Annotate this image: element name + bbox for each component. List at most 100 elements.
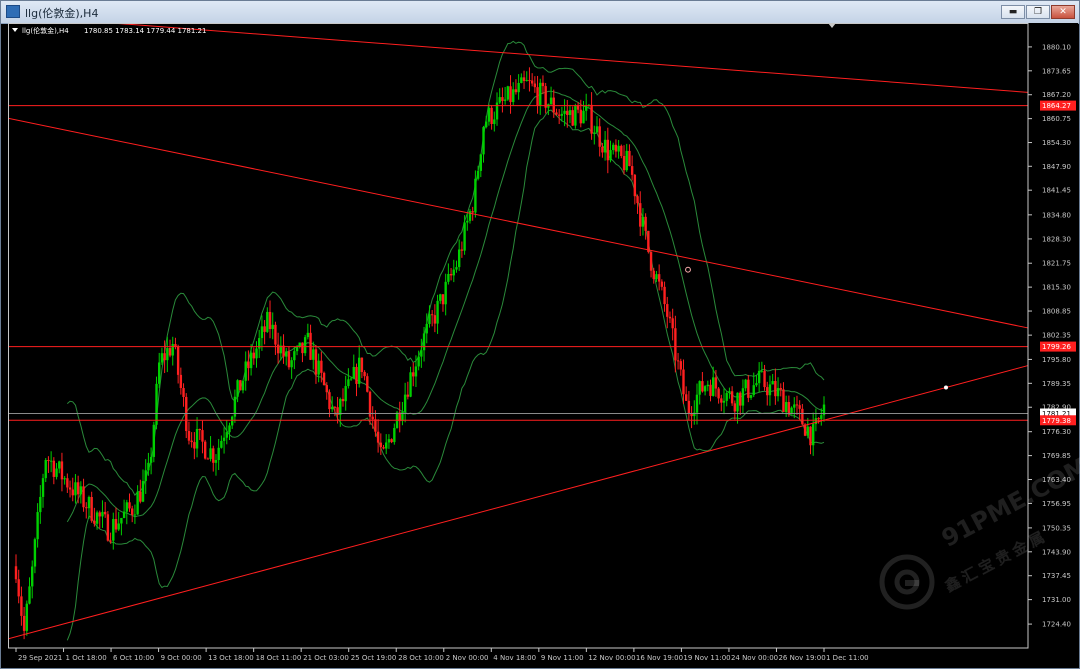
candle-body xyxy=(509,86,512,103)
candle-body xyxy=(557,114,561,116)
candle-body xyxy=(801,408,804,425)
y-tick-label: 1776.30 xyxy=(1042,428,1071,436)
candle-body xyxy=(295,346,299,352)
candle-body xyxy=(722,400,726,403)
candle-body xyxy=(582,110,585,124)
candle-body xyxy=(820,415,823,419)
candle-body xyxy=(798,405,801,409)
candle-body xyxy=(403,394,407,412)
candle-body xyxy=(268,311,272,330)
y-tick-label: 1763.40 xyxy=(1042,476,1071,484)
candle-body xyxy=(657,274,661,282)
candle-body xyxy=(117,523,120,530)
y-tick-label: 1769.85 xyxy=(1042,452,1071,460)
y-tick-label: 1821.75 xyxy=(1042,260,1071,268)
candle-body xyxy=(787,402,791,415)
candle-body xyxy=(471,211,474,213)
candle-body xyxy=(730,391,734,404)
candle-body xyxy=(811,424,815,446)
candle-body xyxy=(555,112,558,115)
candle-body xyxy=(66,478,69,488)
candle-body xyxy=(660,281,664,287)
candle-body xyxy=(198,428,201,431)
candle-body xyxy=(679,361,682,370)
candle-body xyxy=(784,402,788,412)
x-tick-label: 9 Oct 00:00 xyxy=(161,654,202,662)
x-tick-label: 25 Oct 19:00 xyxy=(351,654,397,662)
price-label-value: 1864.27 xyxy=(1042,102,1071,110)
candle-body xyxy=(757,370,761,384)
candle-body xyxy=(503,99,507,101)
candle-body xyxy=(533,83,537,88)
candle-body xyxy=(120,517,123,524)
maximize-button[interactable]: ❐ xyxy=(1026,5,1050,19)
candle-body xyxy=(31,566,34,587)
candle-body xyxy=(355,366,358,384)
window-titlebar[interactable]: llg(伦敦金),H4 ▬ ❐ ✕ xyxy=(1,1,1079,24)
candle-body xyxy=(560,113,564,116)
candle-body xyxy=(149,456,153,463)
candle-body xyxy=(22,615,26,631)
candle-body xyxy=(495,102,499,120)
candle-body xyxy=(68,487,72,490)
candle-body xyxy=(428,314,431,324)
candle-body xyxy=(725,393,728,401)
candle-body xyxy=(695,394,699,413)
x-tick-label: 18 Oct 11:00 xyxy=(256,654,302,662)
candle-body xyxy=(133,514,137,516)
candle-body xyxy=(387,439,391,443)
candle-body xyxy=(190,440,193,443)
candle-body xyxy=(285,351,288,357)
trendline-anchor-point[interactable] xyxy=(944,385,948,390)
candle-body xyxy=(125,502,128,512)
candle-body xyxy=(244,361,247,381)
candle-body xyxy=(644,216,647,231)
candle-body xyxy=(360,357,364,372)
candle-body xyxy=(593,132,596,134)
candle-body xyxy=(98,512,101,517)
price-chart[interactable]: 1880.10 1873.65 1867.20 1860.75 1854.30 1847.… xyxy=(7,14,1078,663)
candle-body xyxy=(736,392,739,412)
candle-body xyxy=(612,144,615,151)
candle-body xyxy=(366,376,369,392)
candle-body xyxy=(412,372,415,377)
x-tick-label: 12 Nov 00:00 xyxy=(588,654,635,662)
candle-body xyxy=(136,491,139,515)
candle-body xyxy=(112,518,115,541)
candle-body xyxy=(487,107,491,122)
candle-body xyxy=(147,462,150,471)
candle-body xyxy=(771,380,774,385)
candle-body xyxy=(671,318,674,329)
candle-body xyxy=(217,447,220,460)
candle-body xyxy=(195,428,199,449)
candle-body xyxy=(439,294,442,301)
candle-body xyxy=(330,406,334,410)
candle-body xyxy=(539,82,542,106)
candle-body xyxy=(122,511,126,518)
chart-canvas[interactable]: 1880.10 1873.65 1867.20 1860.75 1854.30 1847.… xyxy=(7,14,1078,663)
close-button[interactable]: ✕ xyxy=(1051,5,1075,19)
candle-body xyxy=(422,333,426,351)
candle-body xyxy=(525,80,528,82)
candle-body xyxy=(457,249,461,268)
minimize-button[interactable]: ▬ xyxy=(1001,5,1025,19)
x-tick-label: 1 Dec 11:00 xyxy=(826,654,869,662)
candle-body xyxy=(249,352,253,369)
chart-symbol-label: llg(伦敦金),H4 xyxy=(22,26,69,35)
candle-body xyxy=(85,507,88,509)
price-label-value: 1799.26 xyxy=(1042,343,1071,351)
candle-body xyxy=(663,286,666,305)
candle-body xyxy=(668,316,672,319)
candle-body xyxy=(347,379,350,387)
candle-body xyxy=(293,351,296,361)
candle-body xyxy=(614,144,618,152)
candle-body xyxy=(312,349,315,360)
candle-body xyxy=(814,418,818,425)
candle-body xyxy=(803,424,807,436)
candle-body xyxy=(482,127,485,155)
candle-body xyxy=(506,86,510,100)
candle-body xyxy=(603,139,607,153)
candle-body xyxy=(417,356,420,367)
x-tick-label: 24 Nov 00:00 xyxy=(731,654,778,662)
candle-body xyxy=(514,89,518,93)
